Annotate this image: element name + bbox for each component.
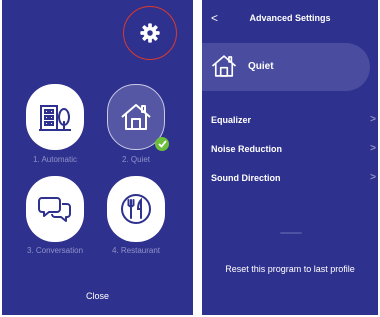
program-restaurant-button[interactable] xyxy=(107,176,165,242)
house-icon xyxy=(211,55,237,77)
header: < Advanced Settings xyxy=(202,11,378,26)
program-label: 2. Quiet xyxy=(121,155,150,164)
program-label: 3. Conversation xyxy=(26,246,84,255)
chevron-right-icon: > xyxy=(370,172,376,183)
menu-item-sound-direction[interactable]: Sound Direction > xyxy=(211,172,378,187)
house-icon xyxy=(121,104,151,130)
menu-item-label: Noise Reduction xyxy=(211,144,283,154)
building-tree-icon xyxy=(39,105,71,131)
settings-highlight-circle xyxy=(123,6,177,60)
chevron-right-icon: > xyxy=(370,114,376,125)
current-program-label: Quiet xyxy=(248,61,274,72)
chevron-right-icon: > xyxy=(370,143,376,154)
advanced-settings-screen: < Advanced Settings Quiet Equalizer > No… xyxy=(202,0,378,315)
close-button[interactable]: Close xyxy=(2,291,193,301)
divider xyxy=(280,232,302,234)
program-automatic-button[interactable] xyxy=(26,84,84,150)
chat-bubbles-icon xyxy=(38,197,71,222)
program-conversation-button[interactable] xyxy=(26,176,84,242)
gear-icon[interactable] xyxy=(139,22,161,44)
menu-item-equalizer[interactable]: Equalizer > xyxy=(211,114,378,129)
page-title: Advanced Settings xyxy=(249,13,331,23)
current-program-card[interactable]: Quiet xyxy=(202,43,370,91)
programs-screen: 1. Automatic 2. Quiet 3. Conversation 4.… xyxy=(2,0,193,315)
reset-program-button[interactable]: Reset this program to last profile xyxy=(202,264,378,274)
menu-item-label: Sound Direction xyxy=(211,173,281,183)
program-label: 4. Restaurant xyxy=(111,246,161,255)
menu-item-label: Equalizer xyxy=(211,115,252,125)
menu-item-noise-reduction[interactable]: Noise Reduction > xyxy=(211,143,378,158)
fork-knife-icon xyxy=(121,194,151,224)
program-label: 1. Automatic xyxy=(32,155,78,164)
selected-check-icon xyxy=(155,137,169,151)
